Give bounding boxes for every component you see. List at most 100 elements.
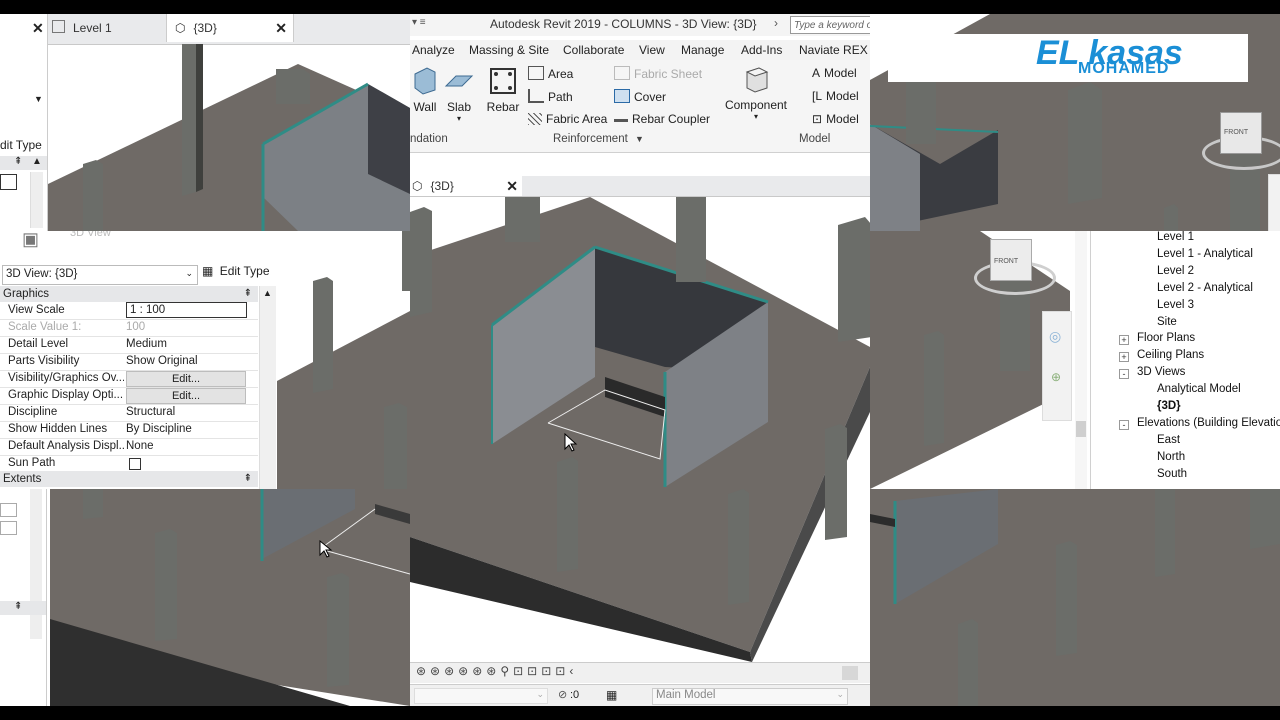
field-stub[interactable]	[0, 521, 17, 535]
property-value[interactable]: Structural	[126, 404, 175, 421]
cover-button[interactable]: Cover	[614, 89, 666, 104]
property-value[interactable]: Medium	[126, 336, 167, 353]
collapse-icon[interactable]: -	[1119, 419, 1129, 430]
collapse-icon[interactable]: ⇞	[14, 601, 22, 612]
ribbon-tab-manage[interactable]: Manage	[681, 40, 724, 60]
info-icon[interactable]: ›	[774, 16, 778, 30]
browser-item[interactable]: Level 1 - Analytical	[1157, 248, 1253, 260]
chevron-down-icon[interactable]: ▼	[34, 94, 43, 104]
property-value[interactable]: None	[126, 438, 154, 455]
tab-level-1[interactable]: Level 1	[52, 14, 112, 42]
design-option-dropdown[interactable]: Main Model ⌄	[652, 688, 848, 705]
model-icon[interactable]: ▦	[606, 688, 617, 702]
collapse-icon[interactable]: ⇞	[244, 471, 252, 487]
browser-item[interactable]: Floor Plans	[1137, 332, 1195, 344]
collapse-icon[interactable]: -	[1119, 369, 1129, 380]
area-button[interactable]: Area	[528, 66, 573, 81]
viewport-scrollbar[interactable]	[1075, 231, 1087, 489]
chevron-down-icon[interactable]: ▼	[635, 134, 644, 144]
type-selector[interactable]: 3D View: {3D} ⌄	[2, 265, 198, 285]
browser-item[interactable]: Level 1	[1157, 231, 1194, 243]
viewcube-box[interactable]: FRONT	[1220, 112, 1262, 154]
reinforcement-group-label[interactable]: Reinforcement ▼	[553, 133, 644, 145]
chevron-down-icon[interactable]: ▾	[444, 114, 474, 123]
scrollbar[interactable]	[30, 489, 42, 639]
tab-3d-center[interactable]: ⬡ {3D} ✕	[410, 176, 522, 196]
viewcube-box[interactable]: FRONT	[990, 239, 1032, 281]
viewcube-mid[interactable]: FRONT	[966, 237, 1056, 299]
expand-icon[interactable]: +	[1119, 352, 1129, 363]
browser-item[interactable]: Analytical Model	[1157, 383, 1241, 395]
navigation-bar[interactable]: ◎ ⊕	[1042, 311, 1072, 421]
viewport-3d-left-bottom[interactable]	[50, 489, 410, 706]
rebar-coupler-button[interactable]: Rebar Coupler	[614, 112, 710, 126]
property-value[interactable]: 100	[126, 319, 145, 336]
viewport-3d-center[interactable]	[410, 197, 870, 662]
property-value[interactable]: By Discipline	[126, 421, 192, 438]
edit-type-partial[interactable]: dit Type	[0, 138, 42, 152]
steering-wheel-icon[interactable]: ◎	[1049, 328, 1061, 345]
scroll-box[interactable]	[842, 666, 858, 680]
browser-item[interactable]: {3D}	[1157, 400, 1181, 412]
browser-item[interactable]: East	[1157, 434, 1180, 446]
collapse-icon[interactable]: ⇞	[14, 156, 22, 167]
nav-bar-stub[interactable]	[1268, 174, 1280, 231]
ribbon-tab-analyze[interactable]: Analyze	[412, 40, 455, 60]
property-value[interactable]: Show Original	[126, 353, 198, 370]
edit-button[interactable]: Edit...	[126, 388, 246, 404]
browser-item[interactable]: Ceiling Plans	[1137, 349, 1204, 361]
view-controls-icons[interactable]: ⊛⊛⊛⊛⊛⊛⚲⊡⊡⊡⊡‹	[416, 664, 577, 678]
scroll-up-icon[interactable]: ▲	[263, 288, 272, 298]
browser-item[interactable]: Elevations (Building Elevation	[1137, 417, 1280, 429]
path-button[interactable]: Path	[528, 89, 573, 104]
scroll-up-icon[interactable]: ▲	[32, 156, 42, 167]
model-group-button[interactable]: ⊡ Model	[812, 112, 859, 126]
browser-item[interactable]: 3D Views	[1137, 366, 1185, 378]
fabric-area-button[interactable]: Fabric Area	[528, 112, 607, 126]
edit-type-button[interactable]: ▦ Edit Type	[202, 264, 274, 284]
section-graphics[interactable]: Graphics ⇞	[0, 286, 258, 302]
field-stub[interactable]	[0, 174, 17, 190]
search-input[interactable]: Type a keyword or phrase	[790, 16, 870, 34]
ribbon-tab-add-ins[interactable]: Add-Ins	[741, 40, 782, 60]
model-text-button[interactable]: A Model	[812, 66, 857, 80]
scroll-thumb[interactable]	[1076, 421, 1086, 437]
ribbon-tab-naviate-rex[interactable]: Naviate REX	[799, 40, 868, 60]
browser-item[interactable]: Level 2	[1157, 265, 1194, 277]
browser-item[interactable]: North	[1157, 451, 1185, 463]
properties-scrollbar[interactable]: ▲	[259, 286, 276, 489]
tab-3d[interactable]: ⬡ {3D} ✕	[166, 14, 294, 42]
expand-icon[interactable]: +	[1119, 335, 1129, 346]
viewport-3d-left-mid[interactable]	[277, 231, 410, 489]
workset-dropdown[interactable]: ⌄	[414, 688, 548, 704]
property-value[interactable]: 1 : 100	[126, 302, 247, 318]
wall-button[interactable]: Wall	[410, 66, 440, 122]
viewport-3d-left-top[interactable]	[48, 44, 410, 231]
scrollbar[interactable]	[30, 172, 43, 228]
close-icon[interactable]: ✕	[32, 20, 44, 37]
component-button[interactable]: Component ▾	[724, 64, 788, 130]
slab-button[interactable]: Slab ▾	[444, 66, 474, 126]
ribbon-tab-collaborate[interactable]: Collaborate	[563, 40, 624, 60]
chevron-down-icon[interactable]: ⌄	[185, 268, 193, 279]
model-line-button[interactable]: [L Model	[812, 89, 859, 103]
rebar-button[interactable]: Rebar	[486, 66, 520, 122]
fabric-sheet-button[interactable]: Fabric Sheet	[614, 66, 702, 81]
close-icon[interactable]: ✕	[506, 176, 518, 196]
zoom-icon[interactable]: ⊕	[1051, 370, 1061, 384]
close-icon[interactable]: ✕	[275, 14, 287, 42]
chevron-down-icon[interactable]: ▾	[724, 112, 788, 121]
filter-icon[interactable]: ⊘	[558, 688, 567, 701]
viewport-3d-right-bottom[interactable]	[870, 489, 1280, 706]
sun-path-checkbox[interactable]	[129, 458, 141, 470]
edit-button[interactable]: Edit...	[126, 371, 246, 387]
ribbon-tab-view[interactable]: View	[639, 40, 665, 60]
field-stub[interactable]	[0, 503, 17, 517]
browser-item[interactable]: Site	[1157, 316, 1177, 328]
browser-item[interactable]: Level 2 - Analytical	[1157, 282, 1253, 294]
browser-item[interactable]: Level 3	[1157, 299, 1194, 311]
quick-access-icon[interactable]: ▾ ≡	[412, 17, 426, 28]
viewcube[interactable]: FRONT	[1200, 106, 1280, 176]
ribbon-tab-massing-site[interactable]: Massing & Site	[469, 40, 549, 60]
browser-item[interactable]: South	[1157, 468, 1187, 480]
